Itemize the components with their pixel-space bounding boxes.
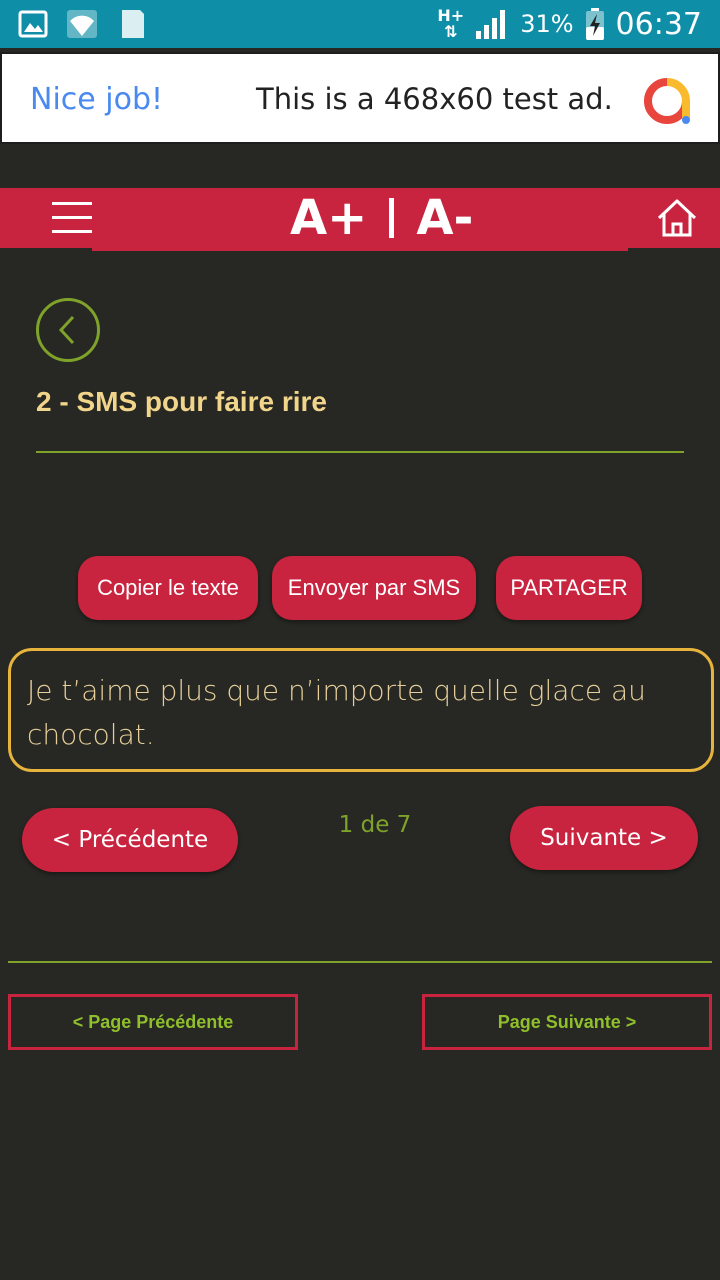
copy-text-button[interactable]: Copier le texte	[78, 556, 258, 620]
chevron-left-icon	[58, 315, 75, 345]
wifi-icon	[67, 10, 97, 38]
ad-text: This is a 468x60 test ad.	[256, 82, 613, 116]
font-size-control: A+ A-	[290, 190, 473, 246]
font-decrease-button[interactable]: A-	[416, 190, 473, 246]
send-sms-button[interactable]: Envoyer par SMS	[272, 556, 476, 620]
next-page-button[interactable]: Page Suivante >	[422, 994, 712, 1050]
menu-button[interactable]	[52, 200, 94, 236]
message-box: Je t’aime plus que n’importe quelle glac…	[8, 648, 714, 772]
ad-logo-icon	[644, 78, 690, 124]
share-button[interactable]: PARTAGER	[496, 556, 642, 620]
status-bar: H+ ⇅ 31% 06:37	[0, 0, 720, 48]
previous-page-button[interactable]: < Page Précédente	[8, 994, 298, 1050]
page-title: 2 - SMS pour faire rire	[36, 386, 327, 417]
font-size-divider	[389, 198, 395, 238]
message-text: Je t’aime plus que n’importe quelle glac…	[27, 674, 646, 751]
previous-message-button[interactable]: < Précédente	[22, 808, 238, 872]
header-underline	[92, 248, 628, 251]
signal-icon	[476, 10, 506, 39]
title-divider	[36, 451, 684, 453]
home-icon[interactable]	[656, 198, 698, 238]
sim-icon	[122, 10, 144, 38]
network-type: H+ ⇅	[437, 6, 465, 41]
status-left-icons	[18, 8, 146, 40]
font-increase-button[interactable]: A+	[290, 190, 367, 246]
back-button[interactable]	[36, 298, 100, 362]
next-message-button[interactable]: Suivante >	[510, 806, 698, 870]
message-counter: 1 de 7	[338, 812, 412, 838]
ad-nice-job: Nice job!	[30, 82, 164, 117]
gallery-icon	[18, 10, 48, 38]
battery-charging-icon	[585, 8, 604, 40]
ad-banner[interactable]: Nice job! This is a 468x60 test ad.	[0, 52, 720, 144]
bottom-divider	[8, 961, 712, 963]
menu-icon	[52, 202, 92, 205]
battery-percent: 31%	[520, 10, 574, 38]
clock: 06:37	[615, 6, 702, 42]
status-right: H+ ⇅ 31% 06:37	[437, 4, 702, 44]
